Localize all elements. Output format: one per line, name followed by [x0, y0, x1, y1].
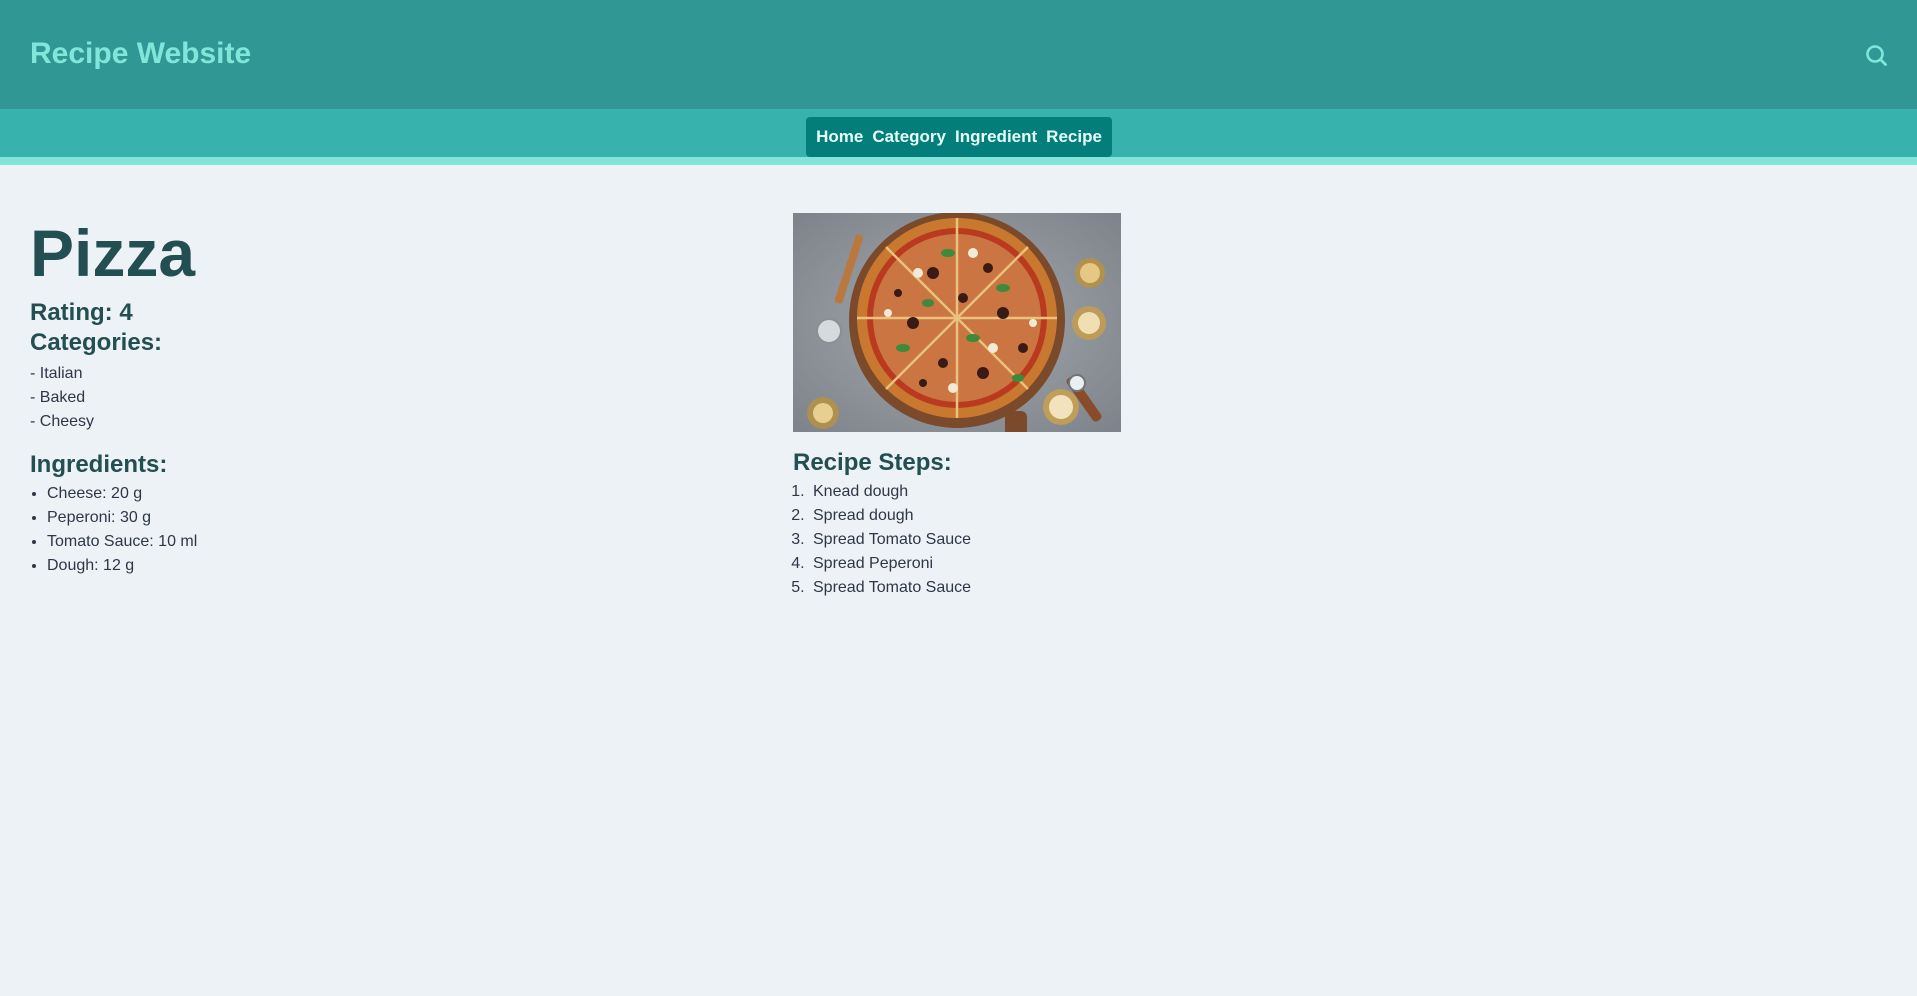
pizza-image [793, 213, 1121, 432]
nav-link-category[interactable]: Category [872, 127, 946, 147]
step-item: Spread Tomato Sauce [809, 528, 1193, 552]
steps-heading: Recipe Steps: [793, 449, 952, 476]
recipe-title: Pizza [30, 216, 196, 290]
recipe-photo [793, 213, 1121, 432]
ingredient-item: Dough: 12 g [47, 554, 730, 578]
ingredient-item: Tomato Sauce: 10 ml [47, 530, 730, 554]
search-button[interactable] [1862, 41, 1892, 71]
recipe-details: Pizza Rating: 4 Categories: - Italian - … [30, 214, 730, 578]
recipe-media-steps: Recipe Steps: Knead dough Spread dough S… [793, 213, 1193, 600]
step-item: Spread dough [809, 504, 1193, 528]
site-header: Recipe Website [0, 0, 1917, 109]
step-item: Spread Peperoni [809, 552, 1193, 576]
category-item: - Baked [30, 389, 86, 406]
nav-link-ingredient[interactable]: Ingredient [955, 127, 1037, 147]
category-item: - Cheesy [30, 413, 95, 430]
recipe-rating: Rating: 4 [30, 299, 133, 326]
ingredients-heading: Ingredients: [30, 451, 168, 478]
nav-link-home[interactable]: Home [816, 127, 863, 147]
categories-list: - Italian - Baked - Cheesy [30, 362, 730, 434]
site-title[interactable]: Recipe Website [30, 36, 251, 72]
main-nav: Home Category Ingredient Recipe [806, 117, 1112, 157]
ingredient-item: Cheese: 20 g [47, 482, 730, 506]
search-icon [1866, 45, 1887, 66]
step-item: Knead dough [809, 480, 1193, 504]
ingredient-item: Peperoni: 30 g [47, 506, 730, 530]
ingredients-list: Cheese: 20 g Peperoni: 30 g Tomato Sauce… [30, 482, 730, 578]
nav-divider [0, 157, 1917, 165]
nav-link-recipe[interactable]: Recipe [1046, 127, 1102, 147]
category-item: - Italian [30, 365, 83, 382]
step-item: Spread Tomato Sauce [809, 576, 1193, 600]
categories-heading: Categories: [30, 329, 163, 356]
steps-list: Knead dough Spread dough Spread Tomato S… [793, 480, 1193, 600]
